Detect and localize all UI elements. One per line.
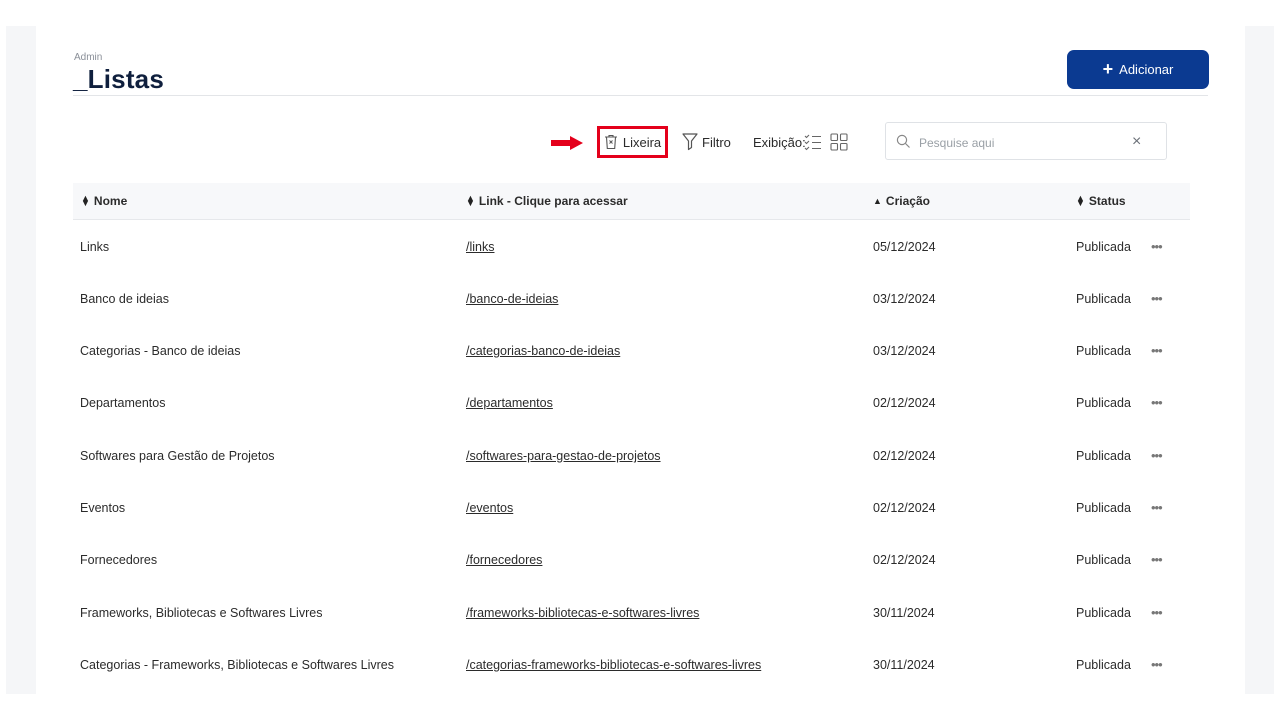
row-name: Banco de ideias (80, 292, 169, 306)
row-name: Departamentos (80, 396, 166, 410)
page-title: _Listas (73, 64, 165, 94)
row-link-cell: /links (466, 221, 494, 273)
row-status: Publicada (1076, 292, 1131, 306)
list-view-icon[interactable] (804, 133, 822, 151)
sort-asc-icon: ▲ (873, 195, 882, 206)
table-row[interactable]: Categorias - Frameworks, Bibliotecas e S… (73, 639, 1190, 691)
more-options-icon[interactable]: ••• (1151, 639, 1163, 691)
header-divider (73, 95, 1208, 96)
row-status: Publicada (1076, 449, 1131, 463)
row-link[interactable]: /categorias-frameworks-bibliotecas-e-sof… (466, 658, 761, 672)
row-status: Publicada (1076, 240, 1131, 254)
row-status: Publicada (1076, 501, 1131, 515)
row-link-cell: /softwares-para-gestao-de-projetos (466, 430, 661, 482)
row-status: Publicada (1076, 606, 1131, 620)
row-link[interactable]: /departamentos (466, 396, 553, 410)
row-link-cell: /categorias-banco-de-ideias (466, 325, 620, 377)
more-options-icon[interactable]: ••• (1151, 534, 1163, 586)
row-created: 03/12/2024 (873, 292, 936, 306)
add-button[interactable]: + Adicionar (1067, 50, 1209, 89)
row-link-cell: /departamentos (466, 377, 553, 429)
column-header-name-label: Nome (93, 194, 128, 208)
clear-search-icon[interactable]: × (1132, 133, 1141, 151)
search-icon (896, 134, 910, 148)
more-options-icon[interactable]: ••• (1151, 482, 1163, 534)
filter-button[interactable]: Filtro (682, 131, 731, 153)
sort-icon: ▲ ▼ (466, 193, 475, 208)
row-name: Softwares para Gestão de Projetos (80, 449, 275, 463)
row-created: 05/12/2024 (873, 240, 936, 254)
column-header-link-label: Link - Clique para acessar (478, 194, 628, 208)
plus-icon: + (1102, 58, 1114, 79)
table-row[interactable]: Softwares para Gestão de Projetos/softwa… (73, 430, 1190, 482)
row-name: Categorias - Banco de ideias (80, 344, 241, 358)
row-created: 02/12/2024 (873, 449, 936, 463)
more-options-icon[interactable]: ••• (1151, 221, 1163, 273)
row-created: 30/11/2024 (873, 606, 935, 620)
row-created: 02/12/2024 (873, 553, 936, 567)
sort-icon: ▲ ▼ (1076, 193, 1085, 208)
filter-icon (682, 133, 698, 151)
add-button-label: Adicionar (1119, 62, 1174, 77)
row-name: Fornecedores (80, 553, 158, 567)
sort-icon: ▲ ▼ (81, 193, 90, 208)
column-header-status[interactable]: ▲ ▼ Status (1076, 193, 1126, 209)
view-label: Exibição: (753, 135, 806, 150)
row-status: Publicada (1076, 344, 1131, 358)
more-options-icon[interactable]: ••• (1151, 587, 1163, 639)
row-link[interactable]: /links (466, 240, 494, 254)
more-options-icon[interactable]: ••• (1151, 377, 1163, 429)
more-options-icon[interactable]: ••• (1151, 273, 1163, 325)
row-link[interactable]: /softwares-para-gestao-de-projetos (466, 449, 661, 463)
row-name: Categorias - Frameworks, Bibliotecas e S… (80, 658, 395, 672)
filter-button-label: Filtro (702, 134, 731, 150)
row-created: 02/12/2024 (873, 501, 936, 515)
trash-button[interactable]: Lixeira (597, 126, 668, 158)
row-created: 03/12/2024 (873, 344, 936, 358)
row-name: Eventos (80, 501, 126, 515)
table-row[interactable]: Departamentos/departamentos 02/12/2024 Pub… (73, 377, 1190, 429)
row-link-cell: /eventos (466, 482, 513, 534)
table-row[interactable]: Fornecedores/fornecedores 02/12/2024 Publi… (73, 534, 1190, 586)
row-link[interactable]: /fornecedores (466, 553, 542, 567)
row-link-cell: /fornecedores (466, 534, 542, 586)
row-name: Frameworks, Bibliotecas e Softwares Livr… (80, 606, 323, 620)
search-box: × (885, 122, 1167, 160)
row-link-cell: /categorias-frameworks-bibliotecas-e-sof… (466, 639, 761, 691)
row-link[interactable]: /frameworks-bibliotecas-e-softwares-livr… (466, 606, 699, 620)
row-link[interactable]: /eventos (466, 501, 513, 515)
more-options-icon[interactable]: ••• (1151, 430, 1163, 482)
table-header: ▲ ▼ Nome ▲ ▼ Link - Clique para acessar ▲ … (73, 183, 1190, 220)
row-link-cell: /frameworks-bibliotecas-e-softwares-livr… (466, 587, 699, 639)
more-options-icon[interactable]: ••• (1151, 325, 1163, 377)
trash-icon (604, 134, 617, 150)
row-status: Publicada (1076, 553, 1131, 567)
row-created: 02/12/2024 (873, 396, 936, 410)
row-created: 30/11/2024 (873, 658, 935, 672)
grid-view-icon[interactable] (830, 133, 848, 151)
table-row[interactable]: Categorias - Banco de ideias/categorias-… (73, 325, 1190, 377)
row-link[interactable]: /categorias-banco-de-ideias (466, 344, 620, 358)
column-header-status-label: Status (1088, 194, 1126, 208)
row-status: Publicada (1076, 396, 1131, 410)
table-row[interactable]: Eventos/eventos 02/12/2024 Publicada ••• (73, 482, 1190, 534)
table-row[interactable]: Banco de ideias/banco-de-ideias 03/12/202… (73, 273, 1190, 325)
column-header-created[interactable]: ▲ Criação (873, 194, 930, 208)
breadcrumb: Admin (74, 52, 103, 63)
trash-button-label: Lixeira (622, 134, 662, 150)
table-row[interactable]: Frameworks, Bibliotecas e Softwares Livr… (73, 587, 1190, 639)
table-row[interactable]: Links/links 05/12/2024 Publicada ••• (73, 221, 1190, 273)
red-arrow-icon (551, 136, 583, 150)
row-name: Links (80, 240, 110, 254)
column-header-name[interactable]: ▲ ▼ Nome (81, 193, 128, 209)
left-gutter (6, 26, 36, 694)
column-header-created-label: Criação (885, 194, 930, 208)
search-input[interactable] (917, 132, 1131, 154)
column-header-link[interactable]: ▲ ▼ Link - Clique para acessar (466, 193, 628, 209)
row-status: Publicada (1076, 658, 1131, 672)
row-link[interactable]: /banco-de-ideias (466, 292, 558, 306)
right-gutter (1245, 26, 1274, 694)
row-link-cell: /banco-de-ideias (466, 273, 558, 325)
